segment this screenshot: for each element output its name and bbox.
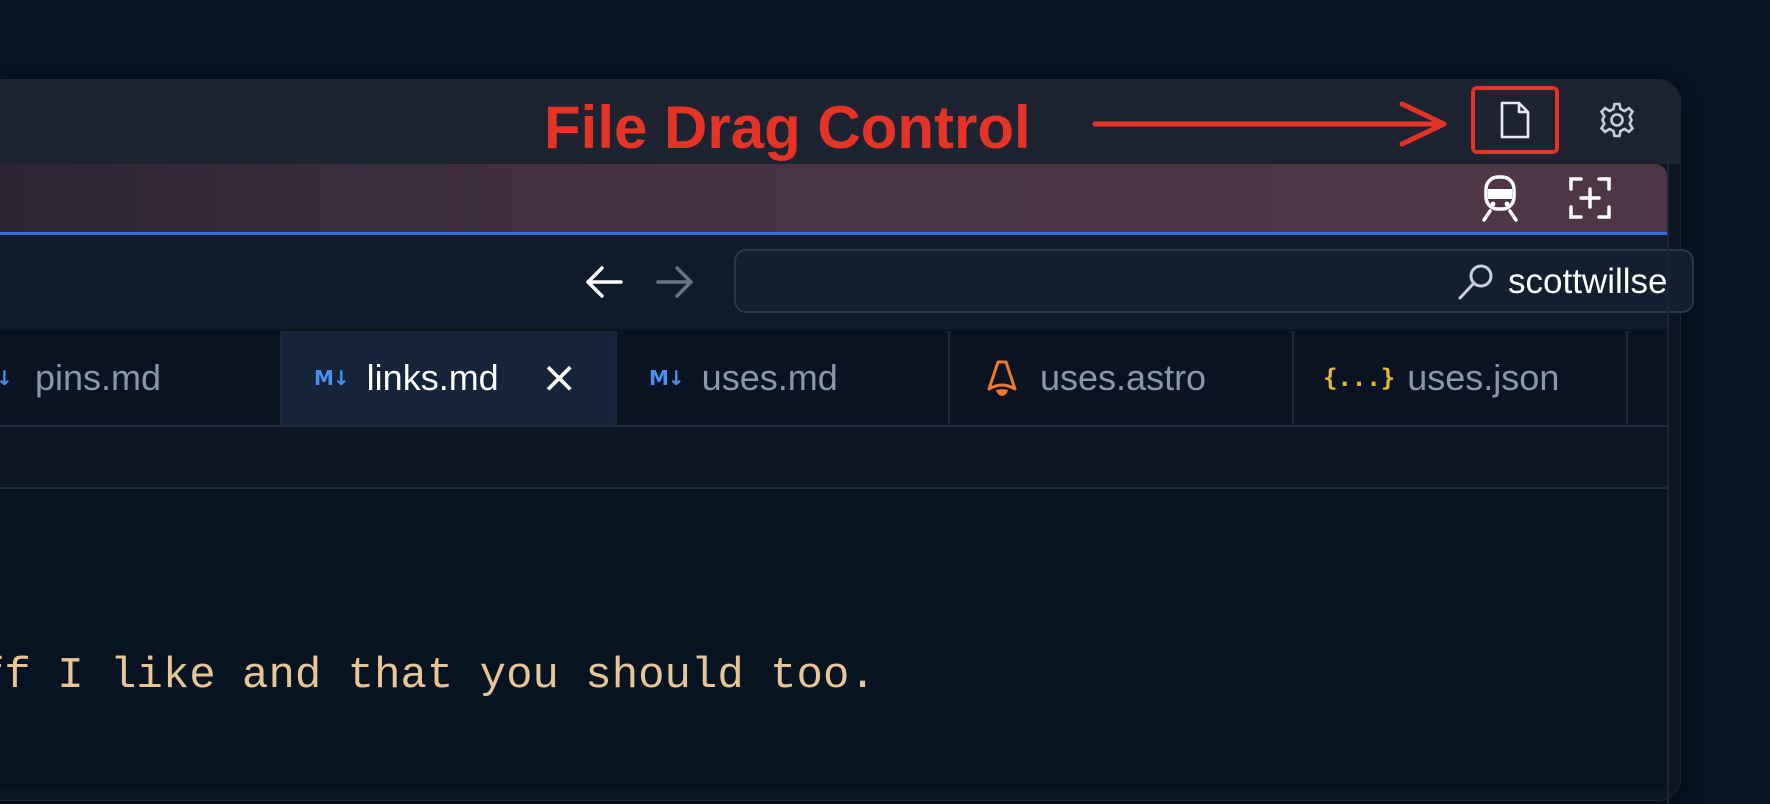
code-line: ff I like and that you should too. xyxy=(0,651,876,701)
json-icon: {...} xyxy=(1323,364,1396,392)
file-drag-control[interactable] xyxy=(1471,86,1559,154)
tab-links-md[interactable]: M↓ links.md × xyxy=(282,331,617,425)
tab-label: pins.md xyxy=(35,357,162,398)
arrow-right-icon xyxy=(656,266,693,298)
annotation-label: File Drag Control xyxy=(544,94,1031,161)
add-selection-button[interactable] xyxy=(1562,170,1618,226)
window-edge xyxy=(1667,164,1669,804)
gear-icon xyxy=(1599,102,1635,138)
arrow-left-icon xyxy=(586,266,623,298)
tab-uses-md[interactable]: M↓ uses.md xyxy=(617,331,950,425)
add-selection-icon xyxy=(1569,177,1611,219)
search-icon xyxy=(1458,264,1493,300)
tab-label: uses.json xyxy=(1407,357,1560,398)
file-icon xyxy=(1500,101,1530,139)
back-button[interactable] xyxy=(582,262,626,302)
train-icon xyxy=(1482,175,1518,222)
tab-label: links.md xyxy=(366,357,499,398)
tab-uses-json[interactable]: {...} uses.json xyxy=(1294,331,1628,425)
settings-button[interactable] xyxy=(1596,99,1638,141)
search-text[interactable]: scottwillse xyxy=(1508,262,1667,302)
annotation-arrow xyxy=(1092,101,1447,147)
markdown-icon: M↓ xyxy=(314,366,350,390)
breadcrumb xyxy=(0,427,1667,489)
markdown-icon: M↓ xyxy=(649,366,685,390)
astro-icon xyxy=(987,360,1017,396)
tab-uses-astro[interactable]: uses.astro xyxy=(950,331,1294,425)
tab-label: uses.astro xyxy=(1040,357,1207,398)
tab-pins-md[interactable]: ↓ pins.md xyxy=(0,331,282,425)
toolbar-banner xyxy=(0,164,1667,235)
forward-button[interactable] xyxy=(653,262,697,302)
tab-label: uses.md xyxy=(701,357,838,398)
train-button[interactable] xyxy=(1472,170,1528,226)
close-icon[interactable]: × xyxy=(541,356,578,400)
code-line: ' xyxy=(0,719,4,769)
code-editor[interactable] xyxy=(0,489,1667,789)
